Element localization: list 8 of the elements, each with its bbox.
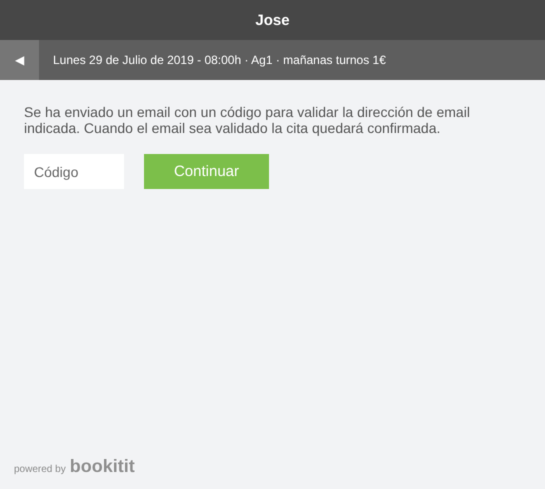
brand-logo[interactable]: bookitit [70, 456, 135, 477]
appointment-summary: Lunes 29 de Julio de 2019 - 08:00h · Ag1 · mañanas turnos 1€ [53, 53, 386, 67]
code-field[interactable]: Código [24, 154, 124, 189]
back-button[interactable]: ◀ [0, 40, 39, 80]
info-message: Se ha enviado un email con un código para validar la dirección de email indicada. Cuando el email sea validado la cita quedará confirmada. [24, 104, 471, 136]
powered-by-text: powered by [14, 464, 66, 475]
continue-button[interactable]: Continuar [144, 154, 269, 189]
header-title: Jose [255, 12, 290, 28]
